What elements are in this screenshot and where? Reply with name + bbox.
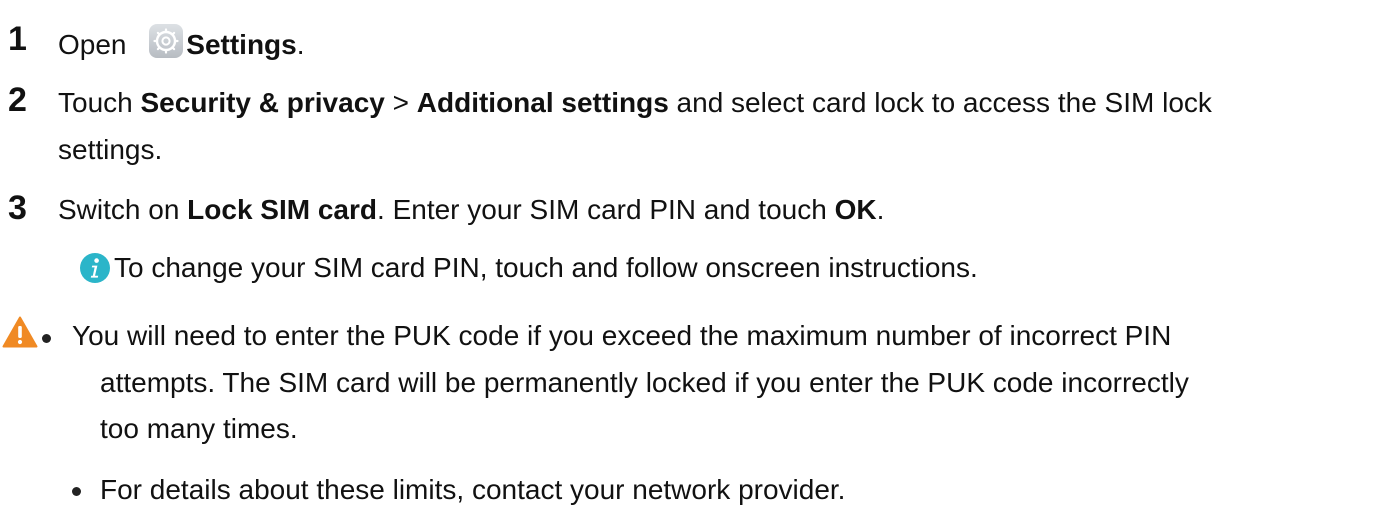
info-icon [79,252,111,291]
bullet-point [72,487,81,496]
step-text-mid: . Enter your SIM card PIN and touch [377,194,835,225]
step-number: 2 [8,81,27,119]
warning-bullet-2-line-1: For details about these limits, contact … [100,474,846,505]
settings-gear-icon [148,24,184,66]
warning-icon [2,316,38,355]
additional-settings-label: Additional settings [416,87,669,118]
bullet-point [42,334,51,343]
step-text-end: . [296,29,305,60]
step-text-cont: and select card lock to access the SIM l… [668,87,1212,118]
step-text: Touch [58,87,141,118]
step-text-end: . [876,194,885,225]
note-text: To change your SIM card PIN, touch and f… [114,252,978,283]
step-2-line-2: settings. [58,134,163,165]
step-text: Switch on [58,194,188,225]
warning-bullet-1-line-3: too many times. [100,413,298,444]
security-privacy-label: Security & privacy [140,87,385,118]
warning-bullet-1-line-1: You will need to enter the PUK code if y… [72,320,1172,351]
step-number: 1 [8,20,27,58]
settings-label: Settings [186,29,297,60]
step-1-text: Open Settings. [58,24,305,66]
instruction-page: { "colors": { "text": "#111111", "info_i… [0,0,1380,515]
step-number: 3 [8,189,27,227]
step-2-line-1: Touch Security & privacy > Additional se… [58,86,1212,120]
warning-bullet-1-line-2: attempts. The SIM card will be permanent… [100,367,1189,398]
step-text: Open [58,29,135,60]
ok-label: OK [834,194,877,225]
lock-sim-card-label: Lock SIM card [187,194,378,225]
step-3-text: Switch on Lock SIM card. Enter your SIM … [58,193,884,227]
separator-text: > [384,87,417,118]
